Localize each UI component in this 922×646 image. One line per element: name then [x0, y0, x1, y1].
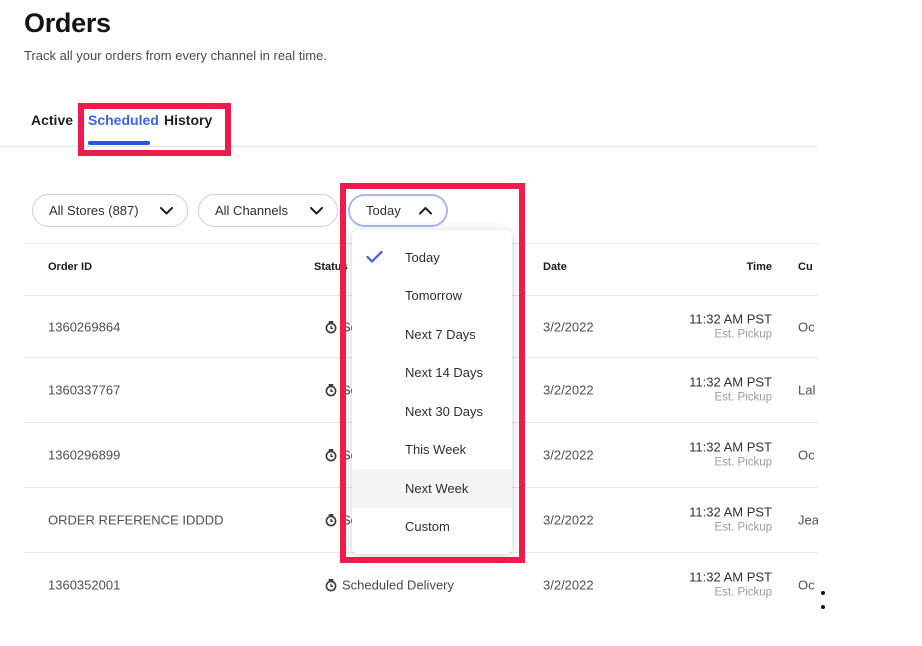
dropdown-option-next-7-days[interactable]: Next 7 Days — [352, 315, 512, 354]
order-time-note: Est. Pickup — [689, 456, 772, 471]
clock-icon — [325, 320, 337, 333]
artifact-dot — [821, 605, 825, 609]
order-status: Scheduled Delivery — [325, 578, 454, 593]
order-time-note: Est. Pickup — [689, 521, 772, 536]
order-date: 3/2/2022 — [543, 319, 594, 334]
tab-scheduled[interactable]: Scheduled — [88, 112, 159, 128]
order-id: 1360337767 — [48, 383, 120, 398]
dropdown-option-tomorrow[interactable]: Tomorrow — [352, 277, 512, 316]
dropdown-option-label: Next Week — [405, 481, 468, 496]
chevron-down-icon — [310, 207, 323, 215]
order-id: ORDER REFERENCE IDDDD — [48, 513, 224, 528]
date-range-label: Today — [366, 203, 401, 218]
clock-icon — [325, 579, 337, 592]
order-date: 3/2/2022 — [543, 383, 594, 398]
column-header-order-id: Order ID — [48, 261, 92, 273]
order-customer: Oc — [798, 448, 818, 463]
dropdown-option-today[interactable]: Today — [352, 238, 512, 277]
order-time-note: Est. Pickup — [689, 391, 772, 406]
chevron-up-icon — [419, 207, 432, 215]
dropdown-option-label: Next 14 Days — [405, 365, 483, 380]
dropdown-option-next-30-days[interactable]: Next 30 Days — [352, 392, 512, 431]
column-header-customer: Cu — [798, 261, 813, 273]
order-id: 1360352001 — [48, 578, 120, 593]
selected-tab-underline — [88, 141, 150, 145]
artifact-dot — [821, 591, 825, 595]
order-time: 11:32 AM PST Est. Pickup — [689, 570, 772, 601]
order-time-note: Est. Pickup — [689, 327, 772, 342]
tab-active[interactable]: Active — [31, 112, 73, 128]
order-date: 3/2/2022 — [543, 513, 594, 528]
order-customer: Jea — [798, 513, 818, 528]
all-stores-label: All Stores (887) — [49, 203, 139, 218]
order-time: 11:32 AM PST Est. Pickup — [689, 375, 772, 406]
order-time-note: Est. Pickup — [689, 586, 772, 601]
tabs-divider — [0, 146, 818, 147]
order-customer: Oc — [798, 578, 818, 593]
clock-icon — [325, 449, 337, 462]
page-subtitle: Track all your orders from every channel… — [24, 48, 327, 63]
chevron-down-icon — [160, 207, 173, 215]
date-range-dropdown-button[interactable]: Today — [348, 194, 448, 227]
column-header-date: Date — [543, 261, 567, 273]
date-range-dropdown-menu: Today Tomorrow Next 7 Days Next 14 Days … — [352, 230, 512, 554]
check-icon — [366, 251, 383, 264]
order-time: 11:32 AM PST Est. Pickup — [689, 440, 772, 471]
annotation-rectangle-tabs — [78, 103, 231, 156]
dropdown-option-label: Next 7 Days — [405, 327, 476, 342]
dropdown-option-this-week[interactable]: This Week — [352, 431, 512, 470]
dropdown-option-next-week[interactable]: Next Week — [352, 469, 512, 508]
order-time: 11:32 AM PST Est. Pickup — [689, 505, 772, 536]
order-time-value: 11:32 AM PST — [689, 311, 772, 327]
orders-page: Orders Track all your orders from every … — [0, 0, 922, 646]
dropdown-option-label: This Week — [405, 442, 466, 457]
dropdown-option-label: Next 30 Days — [405, 404, 483, 419]
order-time-value: 11:32 AM PST — [689, 570, 772, 586]
order-id: 1360296899 — [48, 448, 120, 463]
order-time-value: 11:32 AM PST — [689, 505, 772, 521]
clock-icon — [325, 384, 337, 397]
all-channels-label: All Channels — [215, 203, 288, 218]
dropdown-option-next-14-days[interactable]: Next 14 Days — [352, 354, 512, 393]
tab-history[interactable]: History — [164, 112, 212, 128]
column-header-time: Time — [747, 261, 772, 273]
column-header-status: Status — [314, 261, 348, 273]
clock-icon — [325, 514, 337, 527]
order-time-value: 11:32 AM PST — [689, 375, 772, 391]
dropdown-option-label: Tomorrow — [405, 288, 462, 303]
dropdown-option-custom[interactable]: Custom — [352, 508, 512, 547]
order-customer: Oc — [798, 319, 818, 334]
order-id: 1360269864 — [48, 319, 120, 334]
dropdown-option-label: Custom — [405, 519, 450, 534]
order-status-label: Scheduled Delivery — [342, 578, 454, 593]
all-channels-dropdown-button[interactable]: All Channels — [198, 194, 338, 227]
order-time-value: 11:32 AM PST — [689, 440, 772, 456]
dropdown-option-label: Today — [405, 250, 440, 265]
all-stores-dropdown-button[interactable]: All Stores (887) — [32, 194, 188, 227]
order-date: 3/2/2022 — [543, 578, 594, 593]
order-customer: Lal — [798, 383, 818, 398]
order-date: 3/2/2022 — [543, 448, 594, 463]
table-row[interactable]: 1360352001 Scheduled Delivery 3/2/2022 1… — [0, 553, 818, 617]
page-title: Orders — [24, 8, 111, 39]
order-time: 11:32 AM PST Est. Pickup — [689, 311, 772, 342]
